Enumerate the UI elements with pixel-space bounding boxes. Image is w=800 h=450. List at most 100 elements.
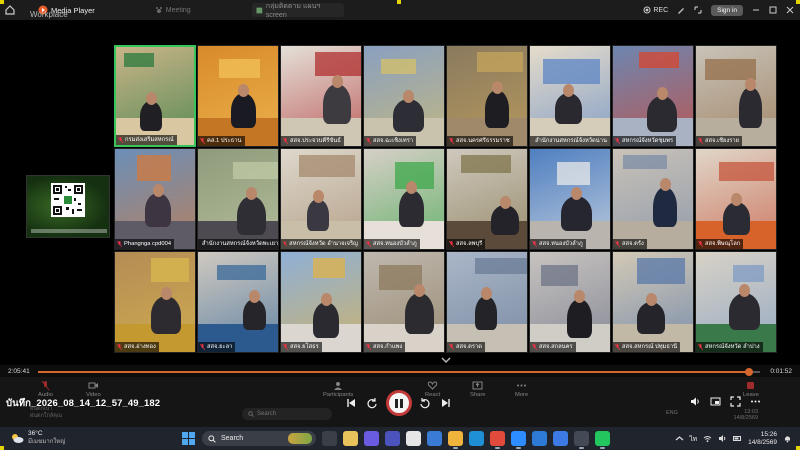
more-button: More <box>515 380 528 398</box>
corner-marker <box>796 446 800 450</box>
participant-tile[interactable]: สสจ.สกลนคร <box>529 251 611 353</box>
copilot-icon[interactable] <box>364 431 379 446</box>
participant-tile[interactable]: สสจ.พิษณุโลก <box>695 148 777 250</box>
home-icon[interactable] <box>4 4 16 16</box>
participant-name-label: สสจ.กำแพง <box>364 342 406 352</box>
participant-tile[interactable]: สสจ.สหกรณ์ ปทุมธานี <box>612 251 694 353</box>
calendar-icon[interactable] <box>532 431 547 446</box>
corner-marker <box>397 0 401 4</box>
participant-name-label: สสจ.สกลนคร <box>530 342 576 352</box>
participant-figure <box>561 196 592 231</box>
search-icon <box>208 434 216 443</box>
participant-tile[interactable]: สหกรณ์จังหวัดชุมพร <box>612 45 694 147</box>
more-options-icon[interactable] <box>750 396 761 407</box>
taskbar-search-box[interactable]: Search <box>202 431 316 446</box>
mic-muted-icon <box>200 344 205 350</box>
participant-tile[interactable]: สสจ.หนองบัวลำภู <box>529 148 611 250</box>
seek-handle[interactable] <box>745 368 754 376</box>
forward-30-icon[interactable] <box>419 397 431 409</box>
background-banner <box>623 155 667 169</box>
teams-icon[interactable] <box>385 431 400 446</box>
mic-muted-icon <box>366 344 371 350</box>
participant-tile[interactable]: สหกรณ์จังหวัด ลำปาง <box>695 251 777 353</box>
mic-muted-icon <box>366 241 371 247</box>
mic-muted-icon <box>615 344 620 350</box>
participant-tile[interactable]: สสจ.หนองบัวลำภู <box>363 148 445 250</box>
rewind-10-icon[interactable] <box>366 397 378 409</box>
task-view-icon[interactable] <box>322 431 337 446</box>
seek-bar[interactable] <box>38 368 760 376</box>
weather-temperature: 36°C <box>28 430 43 437</box>
pip-icon[interactable] <box>710 396 721 407</box>
skip-previous-icon[interactable] <box>345 397 357 409</box>
meeting-label: Meeting <box>165 6 191 14</box>
participant-head <box>406 181 417 194</box>
notification-bell-icon[interactable] <box>783 434 792 443</box>
chrome-icon[interactable] <box>490 431 505 449</box>
fullscreen-icon[interactable] <box>730 396 741 407</box>
participant-tile[interactable]: สสจ.ยโสธร <box>280 251 362 353</box>
meeting-tab[interactable]: กลุ่มติดตาม แผนฯ screen <box>252 3 344 19</box>
participant-tile[interactable]: Phangnga cpd004 <box>114 148 196 250</box>
pen-icon[interactable] <box>677 6 685 14</box>
participant-head <box>403 90 414 103</box>
participant-head <box>574 290 585 303</box>
minimize-icon[interactable] <box>752 6 760 14</box>
store-icon[interactable] <box>553 431 568 446</box>
tray-language[interactable]: ไท <box>690 434 698 444</box>
chat-icon[interactable] <box>427 431 442 446</box>
media-player-icon[interactable] <box>574 431 589 449</box>
chevron-down-icon[interactable] <box>441 356 451 364</box>
participant-tile[interactable]: สสจ.ตรัง <box>612 148 694 250</box>
participant-head <box>745 78 756 91</box>
participant-tile[interactable]: สสจ.นครศรีธรรมราช <box>446 45 528 147</box>
clock-date: 14/8/2569 <box>748 438 777 446</box>
participant-tile[interactable]: สำนักงานสหกรณ์จังหวัดพะเยา <box>197 148 279 250</box>
expand-icon[interactable] <box>694 6 702 14</box>
participant-tile[interactable]: สำนักงานสหกรณ์จังหวัดน่าน <box>529 45 611 147</box>
elapsed-time: 2:05:41 <box>8 368 30 375</box>
participant-figure <box>145 193 171 227</box>
background-banner <box>477 52 523 72</box>
maximize-icon[interactable] <box>769 6 777 14</box>
volume-icon[interactable] <box>690 396 701 407</box>
participant-figure <box>653 187 677 227</box>
pause-button[interactable] <box>386 390 412 416</box>
zoom-icon[interactable] <box>511 431 526 449</box>
participant-name-label: สสจ.นครศรีธรรมราช <box>447 136 513 146</box>
qr-caption <box>31 229 107 233</box>
participant-tile[interactable]: สหกรณ์จังหวัด อำนาจเจริญ <box>280 148 362 250</box>
participant-tile[interactable]: สสจ.ลพบุรี <box>446 148 528 250</box>
rec-indicator[interactable]: REC <box>643 6 668 14</box>
weather-widget[interactable]: 36°C มีเมฆมากใหญ่ <box>10 430 65 446</box>
skip-next-icon[interactable] <box>440 397 452 409</box>
participant-tile[interactable]: สสจ.อ่างทอง <box>114 251 196 353</box>
participant-tile[interactable]: สสจ.ยะลา <box>197 251 279 353</box>
file-explorer-icon[interactable] <box>448 431 463 449</box>
edge-icon[interactable] <box>469 431 484 446</box>
sign-in-button[interactable]: Sign in <box>711 4 743 16</box>
participant-head <box>659 178 671 191</box>
participant-tile[interactable]: คส.1 ประธาน <box>197 45 279 147</box>
windows-start-icon[interactable] <box>182 432 195 445</box>
participant-head <box>571 187 582 200</box>
participant-tile[interactable]: สสจ.เชียงราย <box>695 45 777 147</box>
participant-name: สหกรณ์จังหวัด ลำปาง <box>705 344 760 350</box>
wifi-icon[interactable] <box>703 434 712 443</box>
participant-tile[interactable]: สสจ.กำแพง <box>363 251 445 353</box>
participant-figure <box>567 299 592 338</box>
taskbar-clock[interactable]: 15:26 14/8/2569 <box>748 431 777 447</box>
participant-tile[interactable]: กรมส่งเสริมสหกรณ์ <box>114 45 196 147</box>
participant-tile[interactable]: สสจ.ตราด <box>446 251 528 353</box>
game-icon[interactable] <box>406 431 421 446</box>
close-icon[interactable] <box>786 6 794 14</box>
line-icon[interactable] <box>595 431 610 449</box>
participant-tile[interactable]: สสจ.ประจวบคีรีขันธ์ <box>280 45 362 147</box>
participant-figure <box>313 302 339 338</box>
participant-tile[interactable]: สสจ.ฉะเชิงเทรา <box>363 45 445 147</box>
speaker-icon[interactable] <box>718 434 727 443</box>
battery-icon[interactable] <box>733 434 742 443</box>
files-icon[interactable] <box>343 431 358 446</box>
qr-video-tile[interactable] <box>26 175 110 238</box>
chevron-up-icon[interactable] <box>675 434 684 443</box>
